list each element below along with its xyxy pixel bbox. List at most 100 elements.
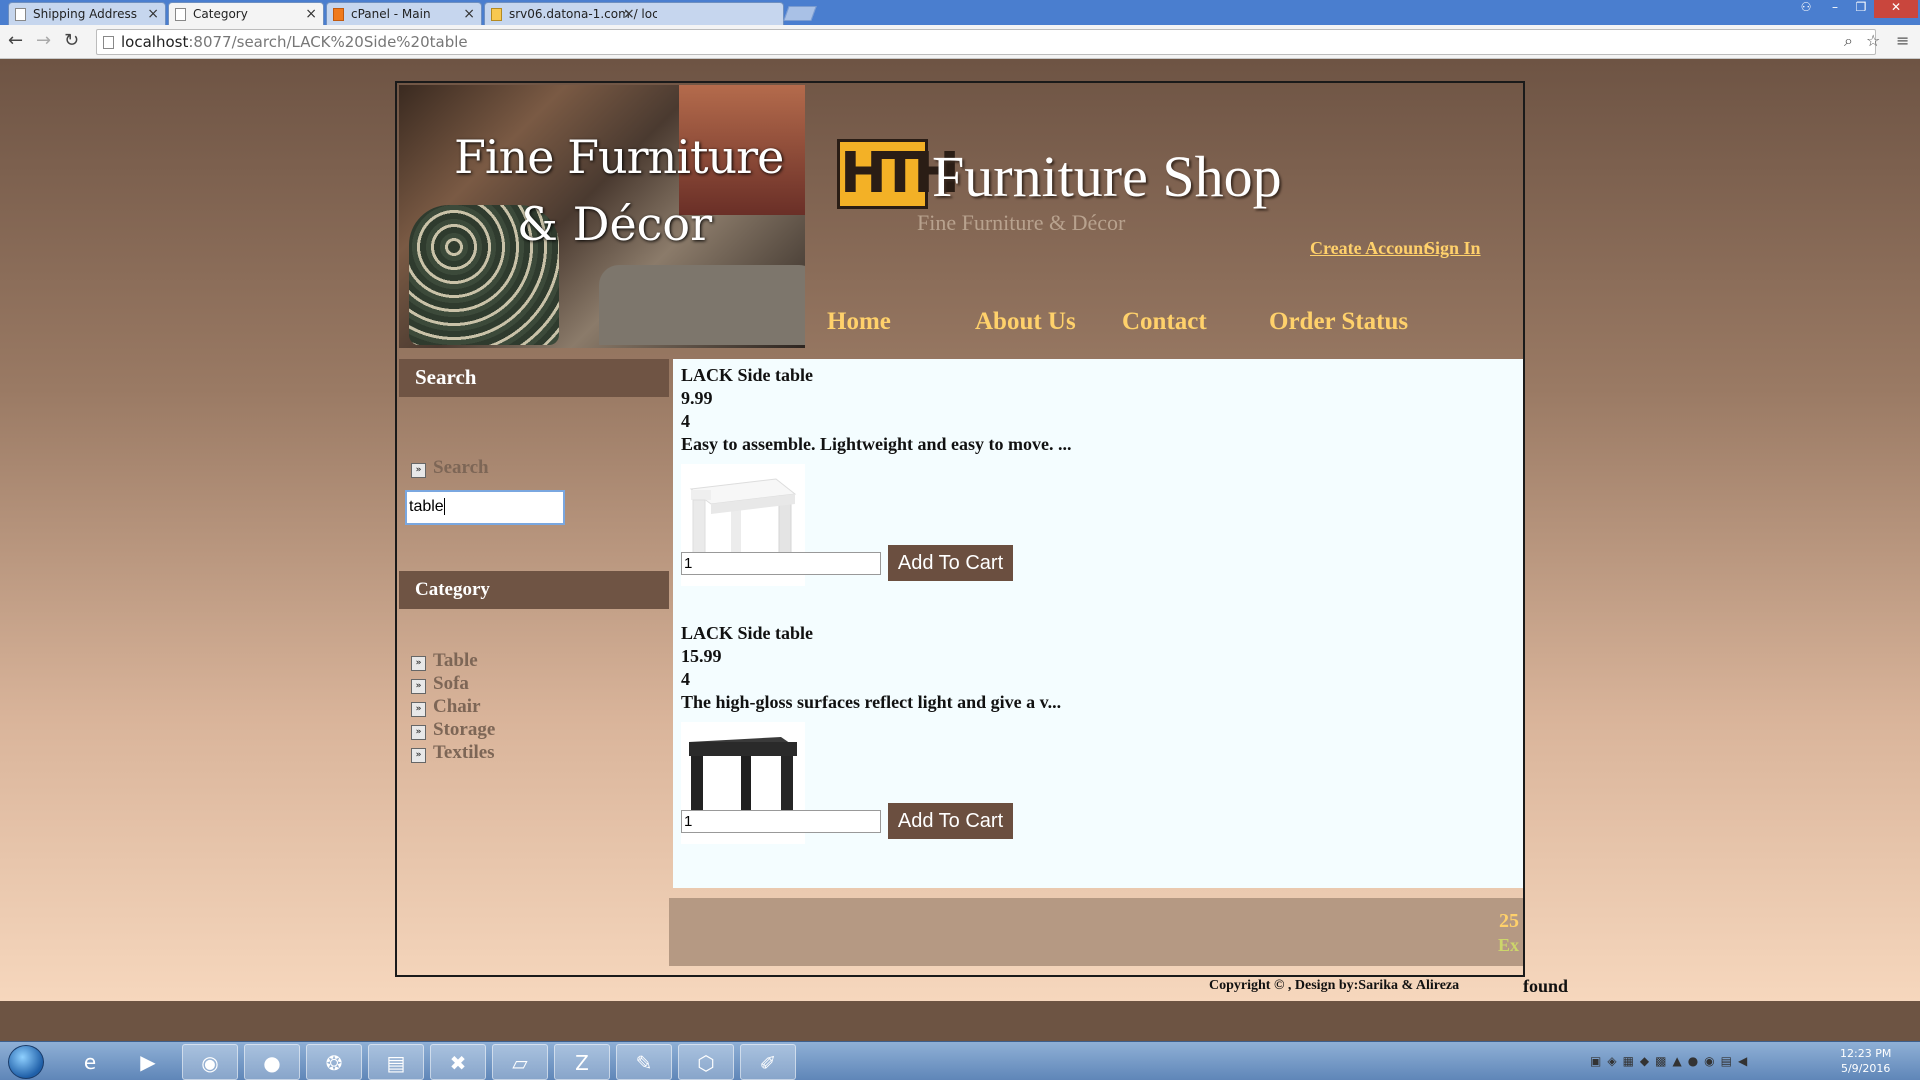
page-bottom-band [0, 1001, 1920, 1041]
close-icon[interactable]: × [463, 6, 475, 22]
address-bar[interactable]: localhost:8077/search/LACK%20Side%20tabl… [96, 29, 1876, 55]
search-input-value: table [409, 498, 444, 515]
folder-icon[interactable]: ▤ [368, 1044, 424, 1080]
quantity-input[interactable] [681, 552, 881, 575]
tab-cpanel[interactable]: cPanel - Main × [326, 2, 482, 25]
chrome-icon[interactable]: ◉ [182, 1044, 238, 1080]
browser-tab-strip: Shipping Address × Category × cPanel - M… [0, 0, 1920, 25]
banner-sofa [599, 265, 805, 345]
footer-band: 25 Ex [669, 898, 1523, 966]
app-icon[interactable]: ❂ [306, 1044, 362, 1080]
close-icon[interactable]: × [305, 6, 317, 22]
editor-icon[interactable]: ▱ [492, 1044, 548, 1080]
double-arrow-icon: » [411, 656, 426, 671]
site-container: Fine Furniture & Décor HTH Furniture Sho… [395, 81, 1525, 977]
start-button[interactable] [8, 1045, 44, 1079]
add-to-cart-button[interactable]: Add To Cart [888, 545, 1013, 581]
tab-title: cPanel - Main [351, 7, 431, 21]
nav-contact[interactable]: Contact [1122, 308, 1207, 336]
sidebar-search-link[interactable]: » Search [411, 457, 489, 479]
add-to-cart-button[interactable]: Add To Cart [888, 803, 1013, 839]
url-path: :8077/search/LACK%20Side%20table [188, 33, 468, 51]
back-arrow-icon[interactable]: ← [8, 30, 23, 51]
os-taskbar: e ▶ ◉ ● ❂ ▤ ✖ ▱ Z ✎ ⬡ ✐ ▣◈▦◆▩▲●◉▤◀ 12:23… [0, 1041, 1920, 1080]
create-account-link[interactable]: Create Account [1310, 238, 1429, 259]
double-arrow-icon: » [411, 748, 426, 763]
product-price: 15.99 [681, 646, 722, 666]
category-label: Chair [433, 696, 481, 717]
firefox-icon[interactable]: ● [244, 1044, 300, 1080]
double-arrow-icon: » [411, 679, 426, 694]
forward-arrow-icon[interactable]: → [36, 30, 51, 51]
category-item-table[interactable]: » Table [411, 650, 478, 672]
shop-tagline: Fine Furniture & Décor [917, 210, 1126, 235]
quantity-input[interactable] [681, 810, 881, 833]
category-heading: Category [399, 571, 669, 609]
reload-icon[interactable]: ↻ [64, 30, 79, 51]
category-label: Sofa [433, 673, 469, 694]
sign-in-link[interactable]: Sign In [1425, 238, 1481, 259]
double-arrow-icon: » [411, 463, 426, 478]
tab-shipping-address[interactable]: Shipping Address × [8, 2, 166, 25]
category-item-chair[interactable]: » Chair [411, 696, 481, 718]
clock-date: 5/9/2016 [1840, 1062, 1891, 1075]
product-price: 9.99 [681, 388, 713, 408]
page-icon [175, 8, 186, 21]
restore-button[interactable]: ❐ [1848, 0, 1874, 18]
page-icon [15, 8, 26, 21]
user-icon[interactable]: ⚇ [1793, 0, 1819, 18]
cpanel-icon [333, 8, 344, 21]
page-icon [103, 36, 114, 49]
shop-logo: HTH [837, 139, 960, 209]
zoom-icon[interactable]: ⌕ [1844, 31, 1853, 51]
product-description: The high-gloss surfaces reflect light an… [681, 692, 1062, 712]
shop-name: Furniture Shop [932, 144, 1282, 209]
banner-title-line2: & Décor [517, 197, 713, 251]
header-banner-image: Fine Furniture & Décor [399, 85, 805, 348]
copyright-text: Copyright © , Design by:Sarika & Alireza [1209, 978, 1460, 993]
tab-category[interactable]: Category × [168, 2, 324, 25]
nav-about-us[interactable]: About Us [975, 308, 1076, 336]
category-item-textiles[interactable]: » Textiles [411, 742, 495, 764]
footer-subtext: Ex [1497, 935, 1519, 955]
window-close-button[interactable]: ✕ [1874, 0, 1918, 18]
category-item-sofa[interactable]: » Sofa [411, 673, 469, 695]
clock[interactable]: 12:23 PM 5/9/2016 [1840, 1046, 1891, 1076]
phpmyadmin-icon [491, 8, 502, 21]
search-heading: Search [399, 359, 669, 397]
tab-title: srv06.datona-1.com / loca [509, 7, 657, 21]
minimize-button[interactable]: – [1822, 0, 1848, 18]
search-input[interactable]: table [405, 490, 565, 525]
category-label: Storage [433, 719, 496, 740]
product-description: Easy to assemble. Lightweight and easy t… [681, 434, 1072, 454]
ie-icon[interactable]: e [62, 1044, 118, 1080]
close-icon[interactable]: × [147, 6, 159, 22]
double-arrow-icon: » [411, 702, 426, 717]
nav-home[interactable]: Home [827, 308, 891, 336]
filezilla-icon[interactable]: Z [554, 1044, 610, 1080]
category-label: Table [433, 650, 478, 671]
browser-toolbar: ← → ↻ localhost:8077/search/LACK%20Side%… [0, 25, 1920, 59]
url-host: localhost [121, 33, 189, 51]
tab-phpmyadmin[interactable]: srv06.datona-1.com / loca × [484, 2, 784, 25]
search-results: LACK Side table 9.99 4 Easy to assemble.… [673, 359, 1523, 888]
tab-title: Shipping Address [33, 7, 137, 21]
sidebar-search-label: Search [433, 457, 489, 478]
paint-icon[interactable]: ✐ [740, 1044, 796, 1080]
nav-order-status[interactable]: Order Status [1269, 308, 1408, 336]
media-player-icon[interactable]: ▶ [120, 1044, 176, 1080]
product-name: LACK Side table [681, 623, 814, 643]
footer-number: 25 [1499, 910, 1519, 932]
found-text: found [1523, 976, 1569, 996]
category-item-storage[interactable]: » Storage [411, 719, 495, 741]
category-label: Textiles [433, 742, 495, 763]
system-tray[interactable]: ▣◈▦◆▩▲●◉▤◀ [1590, 1054, 1753, 1068]
bookmark-star-icon[interactable]: ☆ [1866, 31, 1880, 50]
product-stock: 4 [681, 669, 690, 689]
virtualbox-icon[interactable]: ⬡ [678, 1044, 734, 1080]
menu-icon[interactable]: ≡ [1896, 31, 1909, 50]
close-icon[interactable]: × [623, 6, 635, 22]
notepad-icon[interactable]: ✎ [616, 1044, 672, 1080]
xampp-icon[interactable]: ✖ [430, 1044, 486, 1080]
new-tab-button[interactable] [783, 6, 817, 21]
